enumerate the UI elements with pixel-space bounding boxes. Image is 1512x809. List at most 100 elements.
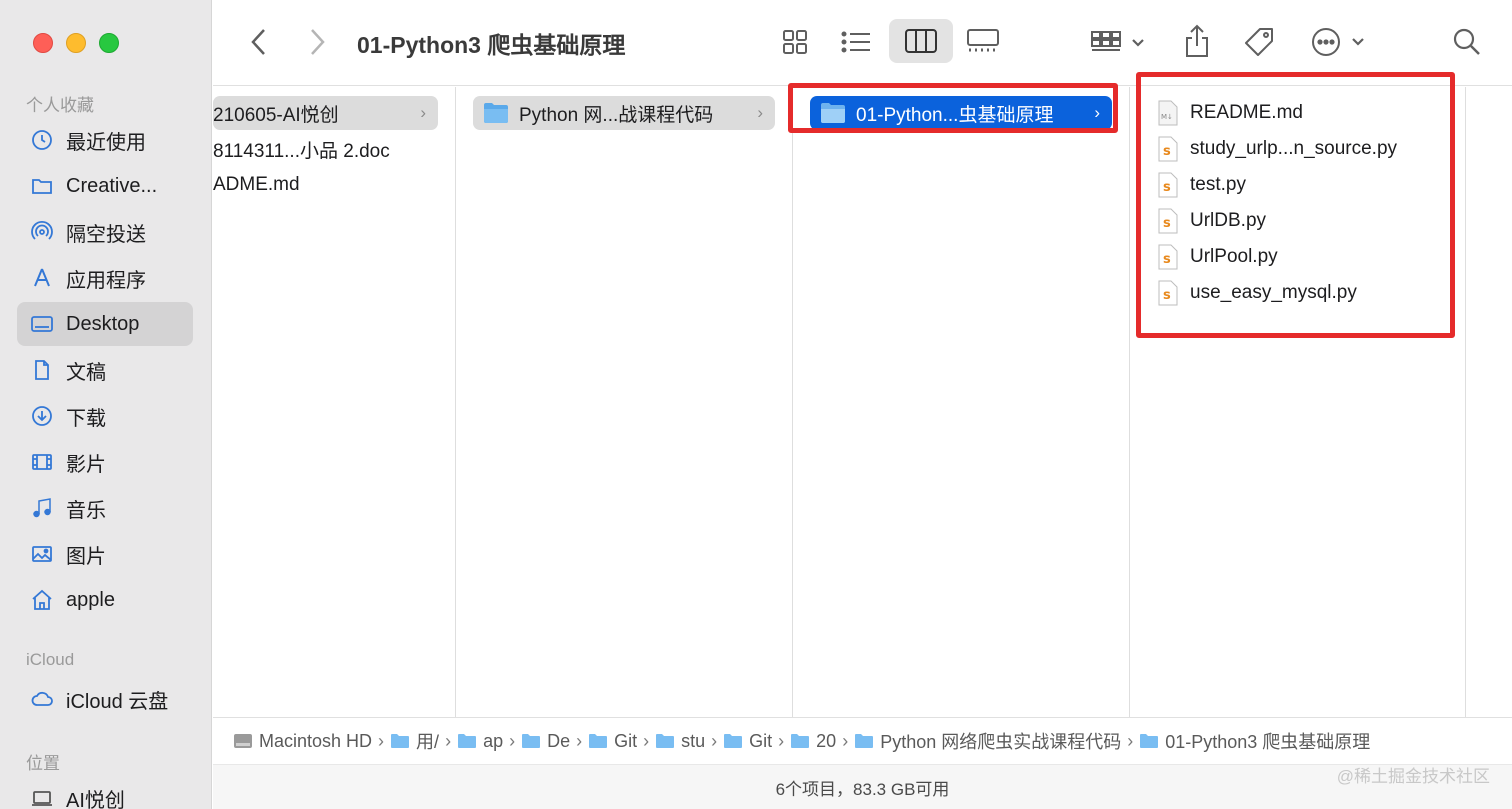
share-button[interactable] xyxy=(1181,22,1213,60)
clock-icon xyxy=(29,127,55,153)
path-crumb[interactable]: Python 网络爬虫实战课程代码 › xyxy=(854,728,1133,754)
chevron-right-icon: › xyxy=(778,730,785,751)
share-icon xyxy=(1186,24,1208,57)
sidebar-item-downloads[interactable]: 下载 xyxy=(17,394,193,438)
path-crumb[interactable]: De › xyxy=(521,731,582,752)
sidebar-item-ai-yuechuang[interactable]: AI悦创 xyxy=(17,776,193,809)
sidebar-item-pictures[interactable]: 图片 xyxy=(17,532,193,576)
zoom-button[interactable] xyxy=(99,33,119,53)
forward-button[interactable] xyxy=(303,26,331,58)
sidebar-item-label: 影片 xyxy=(66,453,106,476)
chevron-right-icon: › xyxy=(757,103,763,122)
path-bar: Macintosh HD › 用/› ap › De › Git › stu › Git ›… xyxy=(213,717,1512,764)
folder-icon xyxy=(391,734,410,748)
path-crumb[interactable]: Macintosh HD › xyxy=(233,731,384,752)
folder-icon xyxy=(522,734,541,748)
search-icon xyxy=(1453,28,1480,55)
cloud-icon xyxy=(29,686,55,712)
list-view-button[interactable] xyxy=(839,26,873,58)
icloud-section-label: iCloud xyxy=(26,650,75,669)
grid-icon xyxy=(783,30,807,54)
folder-icon xyxy=(855,734,874,748)
list-icon xyxy=(841,31,870,53)
sidebar-item-label: 最近使用 xyxy=(66,131,146,154)
icon-view-button[interactable] xyxy=(779,26,811,58)
chevron-right-icon: › xyxy=(378,730,385,751)
path-crumb[interactable]: stu › xyxy=(655,731,717,752)
more-actions-button[interactable] xyxy=(1309,24,1369,60)
document-icon xyxy=(29,357,55,383)
list-item[interactable]: Python 网...战课程代码 › xyxy=(473,96,775,130)
folder-icon xyxy=(724,734,743,748)
chevron-right-icon: › xyxy=(643,730,650,751)
window-title: 01-Python3 爬虫基础原理 xyxy=(357,32,626,58)
path-crumb[interactable]: 用/› xyxy=(390,728,451,754)
favorites-section-label: 个人收藏 xyxy=(26,96,94,115)
highlight-box xyxy=(788,83,1118,133)
chevron-right-icon: › xyxy=(509,730,516,751)
gallery-view-button[interactable] xyxy=(965,25,1001,57)
close-button[interactable] xyxy=(33,33,53,53)
sidebar-item-recents[interactable]: 最近使用 xyxy=(17,118,193,162)
laptop-icon xyxy=(29,785,55,809)
film-icon xyxy=(29,449,55,475)
chevron-right-icon: › xyxy=(842,730,849,751)
tag-icon xyxy=(1245,28,1273,56)
apps-icon xyxy=(29,265,55,291)
folder-icon xyxy=(656,734,675,748)
sidebar-item-label: 音乐 xyxy=(66,499,106,522)
list-item[interactable]: 210605-AI悦创 › xyxy=(213,96,438,130)
path-crumb[interactable]: 01-Python3 爬虫基础原理 xyxy=(1139,728,1370,754)
hard-drive-icon xyxy=(234,734,252,748)
sidebar-item-music[interactable]: 音乐 xyxy=(17,486,193,530)
music-icon xyxy=(29,495,55,521)
sidebar-item-creative[interactable]: Creative... xyxy=(17,164,193,208)
photo-icon xyxy=(29,541,55,567)
back-button[interactable] xyxy=(245,26,273,58)
sidebar-item-icloud-drive[interactable]: iCloud 云盘 xyxy=(17,677,193,721)
status-text: 6个项目，83.3 GB可用 xyxy=(775,779,950,799)
column-browser: 210605-AI悦创 › 8114311...小品 2.doc ADME.md… xyxy=(213,72,1512,717)
chevron-right-icon: › xyxy=(445,730,452,751)
sidebar-item-label: 下载 xyxy=(66,407,106,430)
path-crumb[interactable]: Git › xyxy=(723,731,784,752)
chevron-right-icon: › xyxy=(420,103,426,122)
columns-icon xyxy=(903,25,939,57)
list-item[interactable]: ADME.md xyxy=(213,168,438,202)
ellipsis-circle-icon xyxy=(1312,28,1364,56)
folder-icon xyxy=(589,734,608,748)
sidebar-item-desktop[interactable]: Desktop xyxy=(17,302,193,346)
search-button[interactable] xyxy=(1449,24,1485,60)
sidebar-item-label: 图片 xyxy=(66,545,106,568)
sidebar-item-label: apple xyxy=(66,588,115,611)
chevron-right-icon: › xyxy=(1127,730,1134,751)
path-crumb[interactable]: Git › xyxy=(588,731,649,752)
home-folder-icon xyxy=(458,734,477,748)
gallery-icon xyxy=(967,29,999,52)
sidebar-item-label: Desktop xyxy=(66,312,140,335)
tag-button[interactable] xyxy=(1241,24,1277,60)
sidebar-item-airdrop[interactable]: 隔空投送 xyxy=(17,210,193,254)
list-item[interactable]: 8114311...小品 2.doc xyxy=(213,132,438,166)
sidebar-item-label: 隔空投送 xyxy=(66,223,146,246)
sidebar-item-applications[interactable]: 应用程序 xyxy=(17,256,193,300)
home-icon xyxy=(29,587,55,613)
path-crumb[interactable]: 20 › xyxy=(790,731,848,752)
chevron-right-icon xyxy=(311,29,325,55)
chevron-right-icon: › xyxy=(576,730,583,751)
watermark: @稀土掘金技术社区 xyxy=(1336,767,1490,786)
chevron-right-icon: › xyxy=(711,730,718,751)
airdrop-icon xyxy=(29,219,55,245)
locations-section-label: 位置 xyxy=(26,754,60,773)
folder-icon xyxy=(791,734,810,748)
folder-icon xyxy=(1140,734,1159,748)
minimize-button[interactable] xyxy=(66,33,86,53)
group-by-button[interactable] xyxy=(1089,26,1149,58)
sidebar-item-movies[interactable]: 影片 xyxy=(17,440,193,484)
window-controls xyxy=(33,33,119,53)
path-crumb[interactable]: ap › xyxy=(457,731,515,752)
sidebar-item-documents[interactable]: 文稿 xyxy=(17,348,193,392)
sidebar-item-label: iCloud 云盘 xyxy=(66,690,169,713)
sidebar-item-home[interactable]: apple xyxy=(17,578,193,622)
sidebar-item-label: 应用程序 xyxy=(66,269,146,292)
